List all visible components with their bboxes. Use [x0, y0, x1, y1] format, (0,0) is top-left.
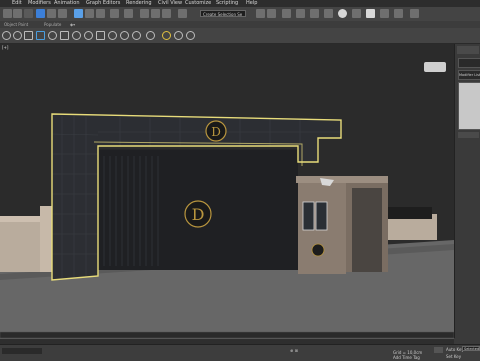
align-icon[interactable] — [267, 9, 276, 18]
menu-edit[interactable]: Edit — [12, 0, 22, 7]
containers-icon[interactable] — [13, 31, 22, 40]
ribbon-populate[interactable]: Populate — [44, 21, 61, 28]
curve-editor-icon[interactable] — [310, 9, 319, 18]
modifier-stack[interactable] — [458, 82, 480, 130]
schematic-view-icon[interactable] — [324, 9, 333, 18]
ribbon: Object Paint Populate ◆▾ — [0, 21, 480, 28]
light-icon[interactable] — [120, 31, 129, 40]
render-icon[interactable] — [394, 9, 403, 18]
link-chain-icon[interactable] — [146, 31, 155, 40]
scene-render: D D — [0, 113, 454, 338]
play-controls[interactable] — [434, 347, 443, 353]
select-object-icon[interactable] — [36, 9, 45, 18]
menu-customize[interactable]: Customize — [185, 0, 211, 7]
link-icon[interactable] — [24, 9, 33, 18]
ambient-occlusion-icon[interactable] — [174, 31, 183, 40]
menu-scripting[interactable]: Scripting — [216, 0, 238, 7]
layer-explorer-icon[interactable] — [282, 9, 291, 18]
menu-help[interactable]: Help — [246, 0, 257, 7]
left-wall — [0, 221, 40, 272]
edit-named-selection-icon[interactable] — [178, 9, 187, 18]
named-selection-set-dropdown[interactable]: Create Selection Se — [200, 10, 246, 17]
object-name-field[interactable] — [458, 58, 480, 68]
render-setup-icon[interactable] — [352, 9, 361, 18]
mirror-icon[interactable] — [256, 9, 265, 18]
ribbon-object-paint[interactable]: Object Paint — [4, 21, 28, 28]
secondary-toolbar — [0, 28, 480, 44]
sun-icon[interactable] — [162, 31, 171, 40]
reference-coordinate-icon[interactable] — [110, 9, 119, 18]
status-bar: ⊕ ⊞ Grid = 10,0cm Add Time Tag Auto Key … — [0, 344, 480, 361]
select-scale-icon[interactable] — [96, 9, 105, 18]
snap-toggle-icon[interactable] — [140, 9, 149, 18]
menu-modifiers[interactable]: Modifiers — [28, 0, 51, 7]
angle-snap-icon[interactable] — [151, 9, 160, 18]
coordinate-display-icons[interactable]: ⊕ ⊞ — [290, 348, 298, 353]
svg-text:D: D — [192, 205, 205, 224]
key-filter-dropdown[interactable]: Selected — [462, 346, 480, 351]
menu-graph-editors[interactable]: Graph Editors — [86, 0, 120, 7]
render-activeshade-icon[interactable] — [410, 9, 419, 18]
modifier-list-dropdown[interactable]: Modifier List — [458, 70, 480, 80]
redo-icon[interactable] — [13, 9, 22, 18]
guardhouse-logo — [311, 243, 325, 257]
menu-civil-view[interactable]: Civil View — [158, 0, 182, 7]
viewcube-icon[interactable] — [424, 62, 446, 72]
layers-icon[interactable] — [60, 31, 69, 40]
display-icon[interactable] — [72, 31, 81, 40]
toggle-ribbon-icon[interactable] — [296, 9, 305, 18]
select-move-icon[interactable] — [74, 9, 83, 18]
render-production-icon[interactable] — [380, 9, 389, 18]
utilities-icon[interactable] — [108, 31, 117, 40]
select-by-name-icon[interactable] — [47, 9, 56, 18]
guardhouse-window-left — [302, 201, 315, 231]
rectangular-selection-icon[interactable] — [58, 9, 67, 18]
guardhouse-window-right — [315, 201, 328, 231]
menu-rendering[interactable]: Rendering — [126, 0, 152, 7]
main-toolbar: Create Selection Se — [0, 7, 480, 22]
menu-animation[interactable]: Animation — [54, 0, 80, 7]
hierarchy-icon[interactable] — [84, 31, 93, 40]
pivot-icon[interactable] — [124, 9, 133, 18]
command-panel-tabs[interactable] — [457, 46, 479, 54]
set-key-button[interactable]: Set Key — [446, 354, 461, 359]
undo-icon[interactable] — [3, 9, 12, 18]
camera-icon[interactable] — [132, 31, 141, 40]
motion-icon[interactable] — [96, 31, 105, 40]
ribbon-toggle-icon[interactable]: ◆▾ — [70, 21, 75, 28]
percent-snap-icon[interactable] — [162, 9, 171, 18]
viewport-perspective[interactable]: D D [+] — [0, 44, 454, 338]
select-rotate-icon[interactable] — [85, 9, 94, 18]
rendered-frame-window-icon[interactable] — [366, 9, 375, 18]
material-editor-icon[interactable] — [338, 9, 347, 18]
isolate-icon[interactable] — [24, 31, 33, 40]
maxscript-listener[interactable] — [2, 348, 42, 354]
scene-explorer-icon[interactable] — [2, 31, 11, 40]
select-region-icon[interactable] — [36, 31, 45, 40]
guardhouse-door — [352, 188, 382, 272]
snaps-icon[interactable] — [48, 31, 57, 40]
svg-text:D: D — [211, 125, 221, 139]
help-circle-icon[interactable] — [186, 31, 195, 40]
command-panel: Modifier List — [454, 44, 480, 338]
stack-controls[interactable] — [458, 132, 479, 138]
add-time-tag[interactable]: Add Time Tag — [393, 355, 420, 360]
viewport-label[interactable]: [+] — [2, 45, 8, 50]
